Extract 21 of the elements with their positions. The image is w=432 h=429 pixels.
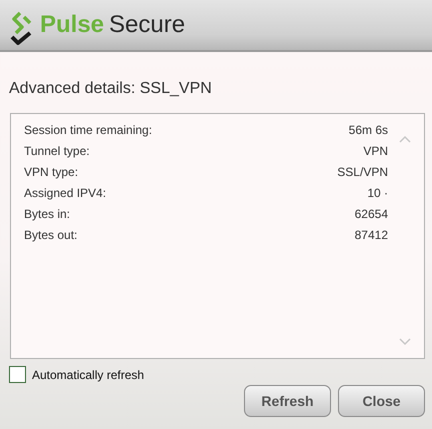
close-button[interactable]: Close xyxy=(338,385,425,417)
checkbox[interactable] xyxy=(9,366,26,383)
dialog-title: Advanced details: SSL_VPN xyxy=(9,80,213,99)
detail-value: VPN xyxy=(363,144,388,160)
detail-value: 10 · xyxy=(367,186,388,202)
detail-value: 56m 6s xyxy=(348,123,388,139)
detail-value: 87412 xyxy=(354,228,388,244)
detail-label: VPN type: xyxy=(24,165,78,181)
detail-label: Bytes in: xyxy=(24,207,70,223)
scroll-up-icon[interactable] xyxy=(399,135,411,143)
logo-brand: Pulse xyxy=(40,11,104,39)
checkbox-label[interactable]: Automatically refresh xyxy=(32,368,144,382)
detail-label: Bytes out: xyxy=(24,228,78,244)
detail-label: Tunnel type: xyxy=(24,144,90,160)
scroll-down-icon[interactable] xyxy=(399,338,411,346)
detail-value: 62654 xyxy=(354,207,388,223)
detail-label: Assigned IPV4: xyxy=(24,186,106,202)
detail-label: Session time remaining: xyxy=(24,123,152,139)
logo-product: Secure xyxy=(109,11,186,39)
detail-value: SSL/VPN xyxy=(337,165,388,181)
refresh-button[interactable]: Refresh xyxy=(244,385,331,417)
